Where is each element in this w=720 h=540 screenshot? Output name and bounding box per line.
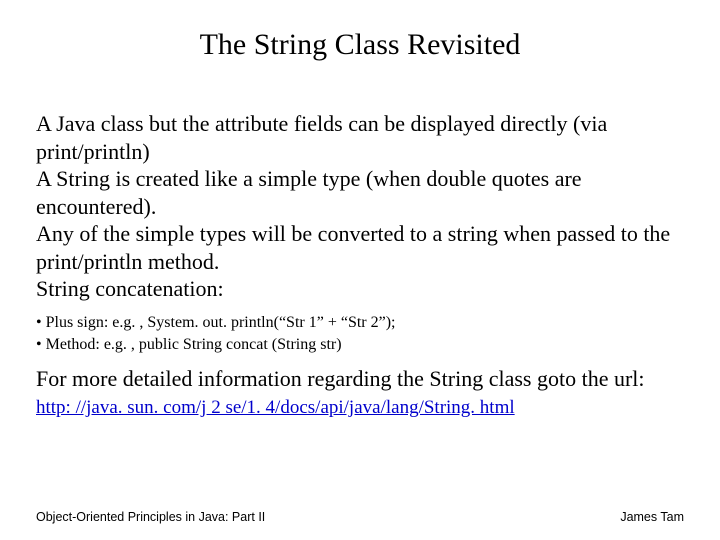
paragraph: Any of the simple types will be converte…: [36, 220, 684, 275]
sub-point-list: Plus sign: e.g. , System. out. println(“…: [36, 313, 684, 355]
list-item: Method: e.g. , public String concat (Str…: [36, 335, 684, 355]
slide-footer: Object-Oriented Principles in Java: Part…: [36, 510, 684, 524]
slide-body: A Java class but the attribute fields ca…: [36, 110, 684, 420]
slide: The String Class Revisited A Java class …: [0, 0, 720, 540]
paragraph: A Java class but the attribute fields ca…: [36, 110, 684, 165]
paragraph: For more detailed information regarding …: [36, 365, 684, 393]
url-link[interactable]: http: //java. sun. com/j 2 se/1. 4/docs/…: [36, 396, 515, 420]
paragraph: A String is created like a simple type (…: [36, 165, 684, 220]
footer-left: Object-Oriented Principles in Java: Part…: [36, 510, 265, 524]
paragraph: String concatenation:: [36, 275, 684, 303]
slide-title: The String Class Revisited: [36, 28, 684, 62]
list-item: Plus sign: e.g. , System. out. println(“…: [36, 313, 684, 333]
footer-right: James Tam: [620, 510, 684, 524]
